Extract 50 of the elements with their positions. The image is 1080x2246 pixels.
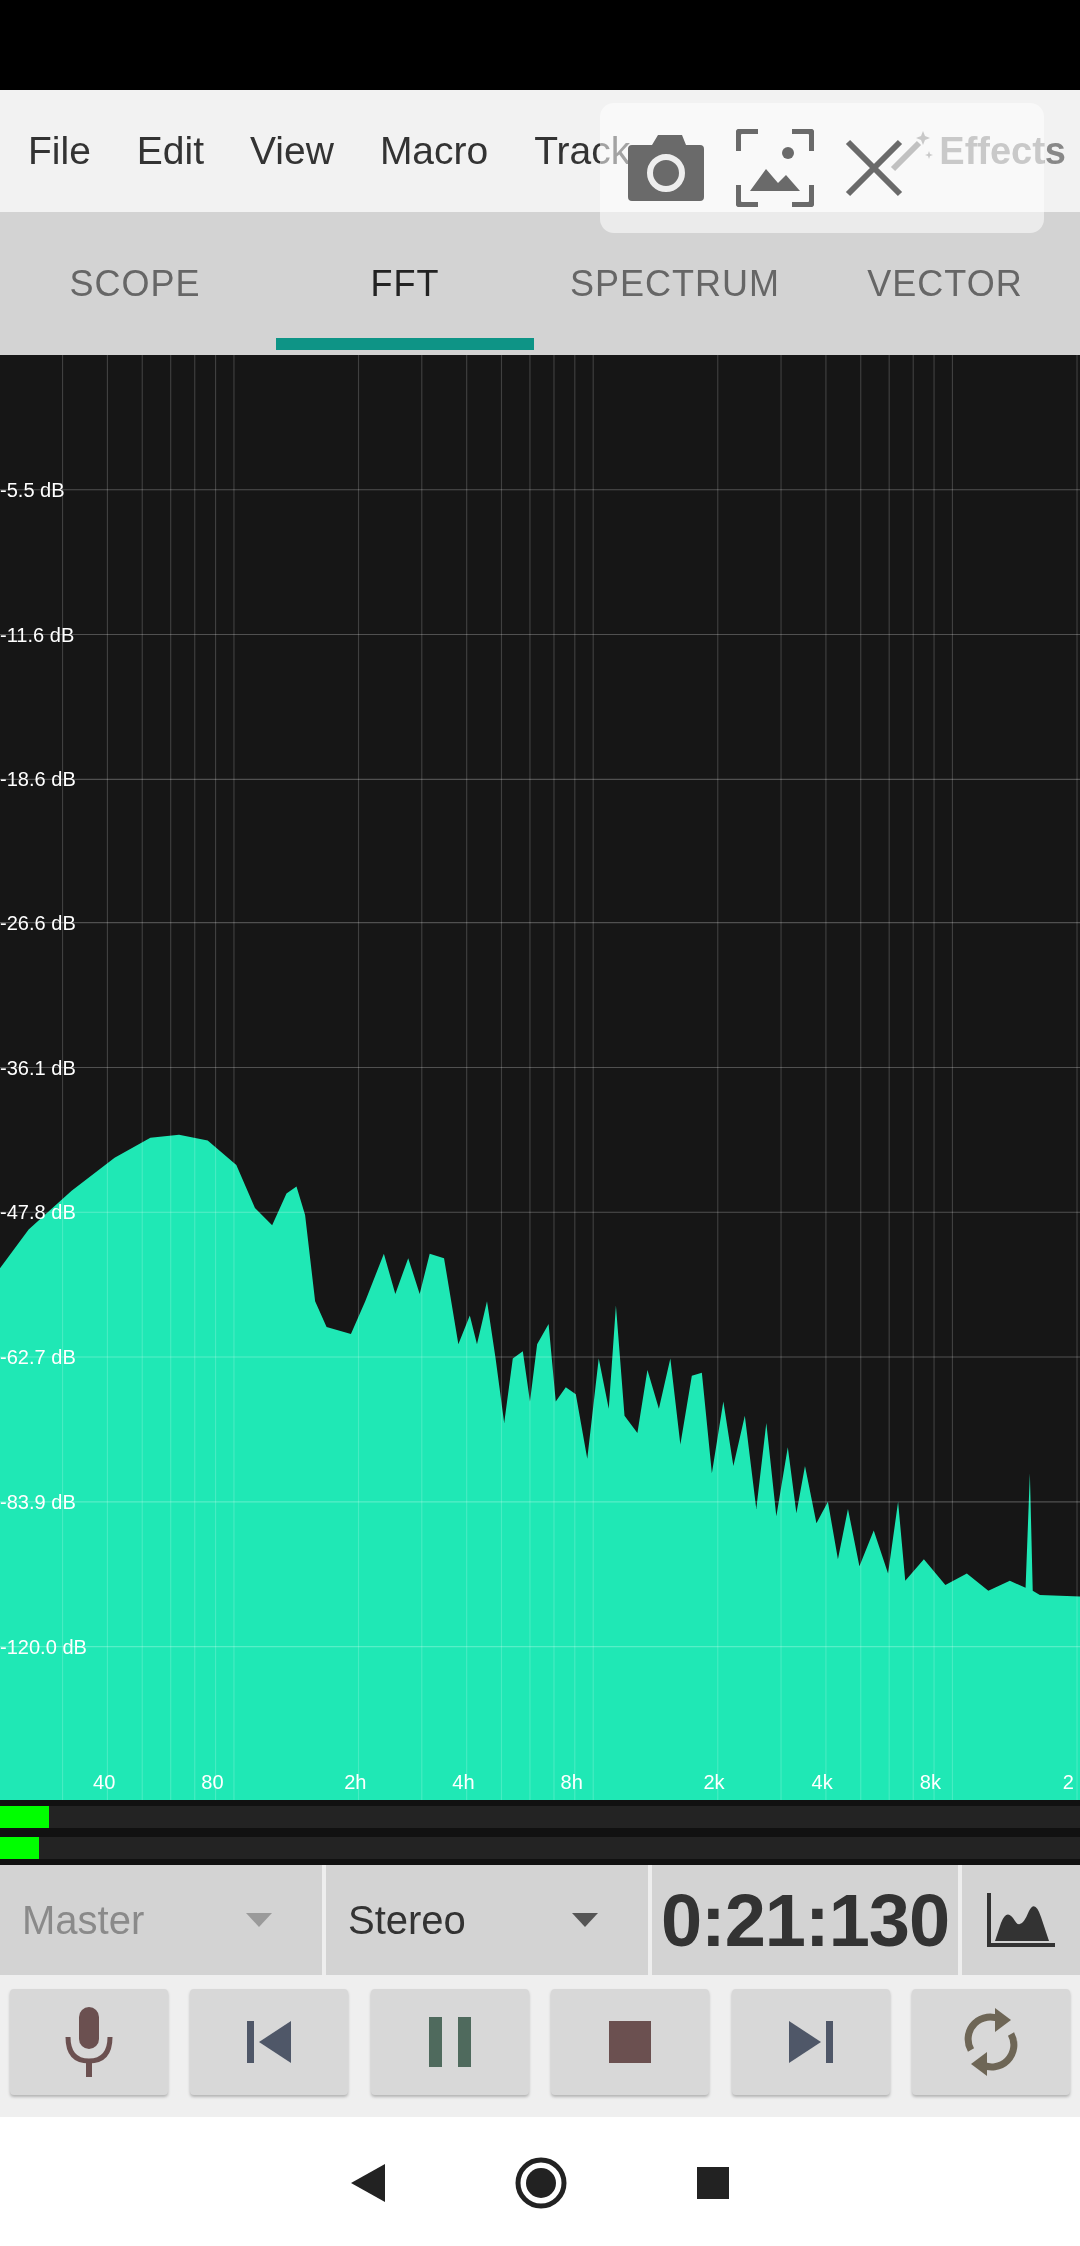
recents-button[interactable] — [697, 2166, 729, 2199]
skip-forward-icon — [788, 2021, 833, 2063]
transport-button[interactable] — [731, 1989, 890, 2095]
dropdown[interactable]: Stereo — [326, 1865, 648, 1975]
magic-wand-icon — [889, 129, 934, 173]
image-icon[interactable] — [736, 129, 814, 207]
menu-item[interactable]: View — [250, 129, 334, 173]
x-axis-label: 40 — [93, 1770, 116, 1793]
x-axis-label: 4k — [811, 1770, 833, 1793]
y-axis-label: -36.1 dB — [0, 1056, 76, 1079]
x-axis-label: 8h — [560, 1770, 583, 1793]
back-button[interactable] — [351, 2163, 385, 2202]
tab[interactable]: SCOPE — [0, 212, 270, 355]
tab[interactable]: SPECTRUM — [540, 212, 810, 355]
x-axis-label: 80 — [201, 1770, 224, 1793]
menu-item[interactable]: Edit — [136, 129, 205, 173]
x-axis-label: 2h — [344, 1770, 367, 1793]
close-icon[interactable] — [844, 138, 904, 198]
transport-button[interactable] — [911, 1989, 1070, 2095]
area-chart-icon — [987, 1893, 1055, 1947]
y-axis-label: -83.9 dB — [0, 1491, 76, 1513]
dropdown-arrow-icon — [246, 1913, 272, 1927]
transport-button[interactable] — [551, 1989, 710, 2095]
menu-item[interactable]: Track — [534, 129, 631, 173]
y-axis-label: -5.5 dB — [0, 478, 65, 501]
skip-back-icon — [247, 2021, 292, 2063]
menu-item[interactable]: File — [28, 129, 91, 173]
microphone-icon — [64, 2007, 114, 2077]
transport-button[interactable] — [370, 1989, 529, 2095]
y-axis-label: -47.8 dB — [0, 1201, 76, 1224]
x-axis-label: 4h — [452, 1770, 475, 1793]
x-axis-label: 2 — [1062, 1770, 1074, 1793]
menu-item[interactable]: Macro — [379, 129, 489, 173]
stop-icon — [609, 2021, 652, 2063]
time-display: 0:21:130 — [652, 1865, 958, 1975]
tab[interactable]: FFT — [270, 212, 540, 355]
y-axis-label: -120.0 dB — [0, 1635, 87, 1658]
x-axis-label: 8k — [919, 1770, 941, 1793]
transport-button[interactable] — [190, 1989, 349, 2095]
tab[interactable]: VECTOR — [810, 212, 1080, 355]
y-axis-label: -18.6 dB — [0, 768, 76, 791]
transport-button[interactable] — [10, 1989, 168, 2095]
y-axis-label: -11.6 dB — [0, 623, 75, 646]
graph-button[interactable] — [962, 1865, 1080, 1975]
x-axis-label: 2k — [703, 1770, 725, 1793]
dropdown-arrow-icon — [572, 1913, 598, 1927]
home-button[interactable] — [515, 2156, 567, 2209]
y-axis-label: -26.6 dB — [0, 911, 76, 934]
pause-icon — [428, 2017, 471, 2067]
y-axis-label: -62.7 dB — [0, 1346, 76, 1369]
